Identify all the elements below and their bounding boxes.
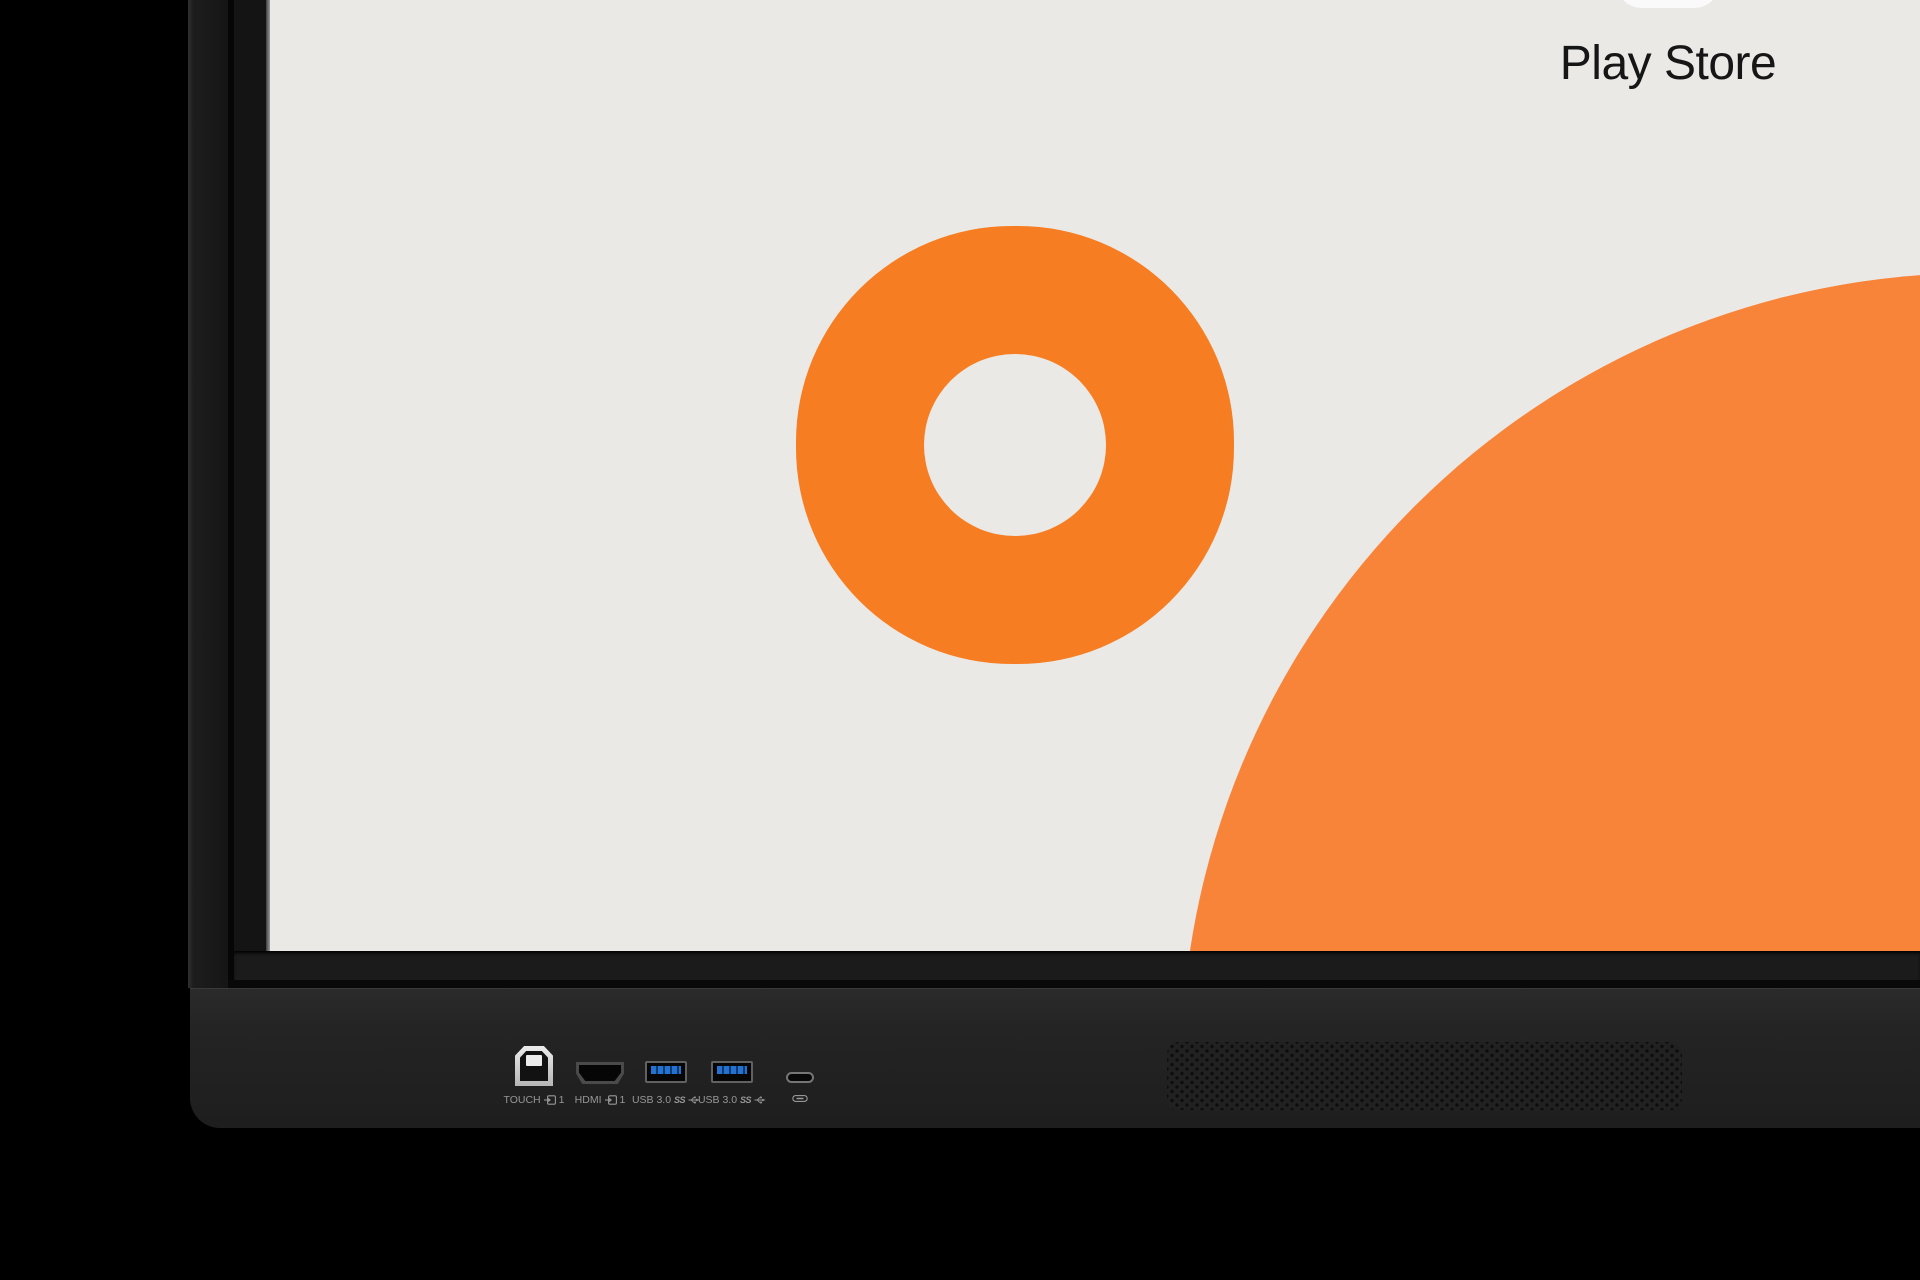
input-icon [605, 1095, 617, 1105]
bezel-groove [228, 980, 1920, 988]
port-label-hdmi: HDMI 1 [575, 1094, 626, 1106]
bezel-bottom [234, 951, 1920, 980]
bezel-left [234, 0, 266, 951]
usb-c-port-group [768, 1072, 832, 1103]
display-screen: Play Store [270, 0, 1920, 951]
usb3-port-1-group: USB 3.0 SS [630, 1061, 702, 1106]
port-label-hdmi-text: HDMI [575, 1094, 602, 1106]
usb-b-touch-port [515, 1046, 553, 1086]
usb-b-port-tab [526, 1055, 542, 1066]
play-store-label[interactable]: Play Store [1528, 36, 1808, 91]
usb3-port-2-group: USB 3.0 SS [696, 1061, 768, 1106]
superspeed-text: SS [740, 1094, 751, 1106]
usb-c-port [786, 1072, 814, 1083]
hdmi-port-inner [579, 1065, 621, 1081]
speaker-grille [1167, 1042, 1682, 1110]
port-label-usb3-1-text: USB 3.0 [632, 1094, 671, 1106]
port-label-usb-c [792, 1094, 808, 1103]
port-label-touch: TOUCH 1 [504, 1094, 565, 1106]
superspeed-text: SS [674, 1094, 685, 1106]
hdmi-port [576, 1062, 624, 1084]
orange-ring-graphic [924, 354, 1106, 536]
port-label-usb3-1: USB 3.0 SS [632, 1094, 700, 1106]
usb3-port-1 [645, 1061, 687, 1083]
usb3-port-2-tab [717, 1066, 747, 1074]
usb3-port-2 [711, 1061, 753, 1083]
hdmi-port-group: HDMI 1 [564, 1062, 636, 1106]
product-photo-stage: Play Store TOUCH 1 [0, 0, 1920, 1280]
port-label-usb3-2-text: USB 3.0 [698, 1094, 737, 1106]
input-icon [544, 1095, 556, 1105]
port-label-touch-text: TOUCH [504, 1094, 541, 1106]
usb-b-touch-port-group: TOUCH 1 [498, 1046, 570, 1106]
usb-ss-icon [754, 1095, 766, 1105]
usb-c-icon [792, 1094, 808, 1103]
play-store-app-icon[interactable] [1616, 0, 1720, 8]
orange-circle-graphic [1181, 273, 1920, 951]
bottom-panel: TOUCH 1 HDMI 1 [190, 988, 1920, 1128]
port-label-usb3-2: USB 3.0 SS [698, 1094, 766, 1106]
device-side-edge [188, 0, 228, 988]
usb3-port-1-tab [651, 1066, 681, 1074]
port-label-hdmi-number: 1 [620, 1094, 626, 1106]
